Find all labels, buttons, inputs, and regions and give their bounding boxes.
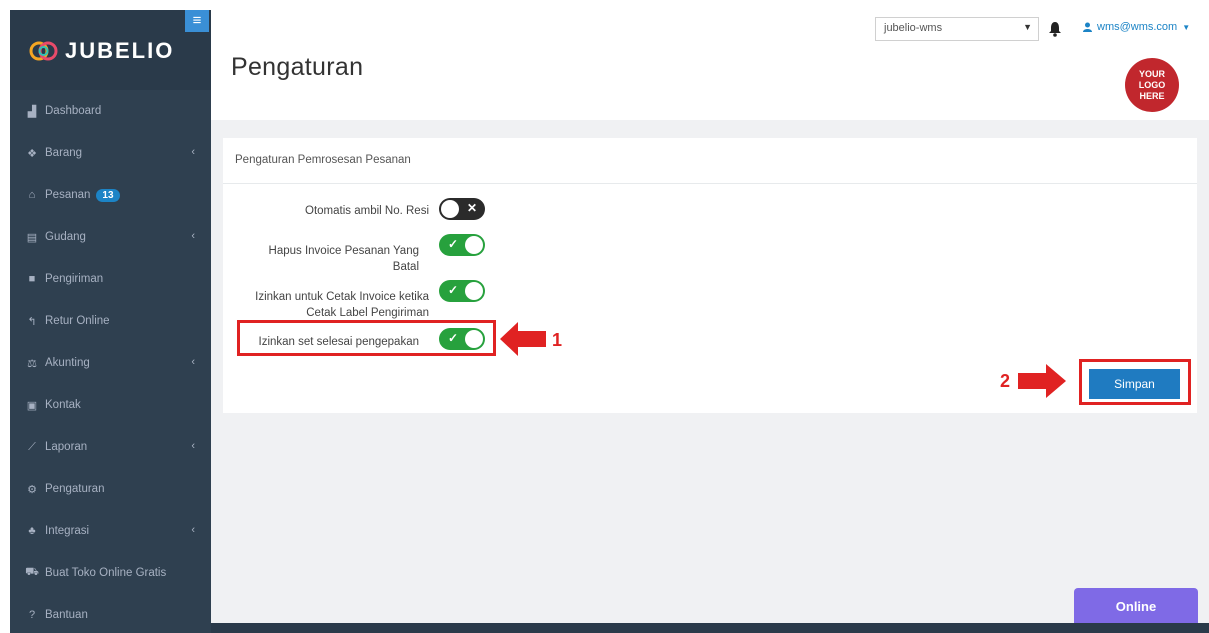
setting-label-hapus-invoice: Hapus Invoice Pesanan Yang Batal [268,245,419,273]
sidebar-item-pengiriman[interactable]: ■ Pengiriman [10,258,211,300]
truck-icon: ■ [28,273,36,285]
warehouse-select-value: jubelio-wms [884,22,943,34]
user-email: wms@wms.com [1097,21,1178,33]
sidebar-item-label: Pengiriman [45,273,104,285]
toggle-hapus-invoice[interactable]: ✓ [439,234,485,256]
annotation-number-2: 2 [1000,371,1011,391]
sidebar-item-laporan[interactable]: ⟋ Laporan ‹ [10,426,211,468]
jubelio-logo-icon [29,41,58,61]
cogs-icon: ⚙ [27,483,37,496]
sidebar-item-label: Bantuan [45,609,88,621]
save-button[interactable]: Simpan [1089,369,1180,399]
sidebar-item-label: Retur Online [45,315,110,327]
sidebar-item-pengaturan[interactable]: ⚙ Pengaturan [10,468,211,510]
logo-badge-text-3: HERE [1139,90,1165,101]
toggle-auto-resi[interactable]: ✕ [439,198,485,220]
menu-toggle-button[interactable]: ≡ [185,10,209,32]
sidebar-item-pesanan[interactable]: ⌂ Pesanan 13 [10,174,211,216]
sidebar-item-gudang[interactable]: ▤ Gudang ‹ [10,216,211,258]
top-header: Pengaturan jubelio-wms ▼ wms@wms.com ▼ Y… [211,10,1209,120]
bell-icon[interactable] [1048,21,1062,37]
balance-scale-icon: ⚖ [27,357,37,370]
sitemap-icon: ♣ [28,525,36,537]
arrow-left-icon [500,322,546,356]
check-icon: ✓ [448,283,459,297]
panel-header: Pengaturan Pemrosesan Pesanan [223,138,1197,184]
brand-logo[interactable]: JUBELIO [29,38,174,64]
count-badge: 13 [96,188,120,202]
company-logo-placeholder: YOUR LOGO HERE [1125,58,1179,112]
chevron-left-icon: ‹ [191,146,195,158]
sidebar-item-label: Dashboard [45,105,102,117]
building-icon: ▤ [26,231,38,244]
sidebar-item-bantuan[interactable]: ? Bantuan [10,594,211,633]
x-icon: ✕ [466,201,477,215]
sidebar-item-label: Akunting [45,357,90,369]
caret-down-icon: ▼ [1182,22,1191,32]
chevron-left-icon: ‹ [191,440,195,452]
online-chat-button[interactable]: Online [1074,588,1198,626]
brand-name: JUBELIO [65,38,175,63]
toggle-knob [441,200,459,218]
cubes-icon: ❖ [27,147,37,160]
basket-icon: ⌂ [28,189,36,201]
sidebar-item-label: Barang [45,147,83,159]
reply-icon: ↰ [27,315,37,328]
address-card-icon: ▣ [26,399,38,412]
user-icon [1083,22,1092,32]
sidebar-item-label: Kontak [45,399,81,411]
sidebar-item-integrasi[interactable]: ♣ Integrasi ‹ [10,510,211,552]
arrow-right-icon [1018,364,1066,398]
sidebar-item-barang[interactable]: ❖ Barang ‹ [10,132,211,174]
bottom-bar [211,623,1209,633]
warehouse-select[interactable]: jubelio-wms ▼ [875,17,1039,41]
chevron-left-icon: ‹ [191,230,195,242]
toggle-cetak-invoice[interactable]: ✓ [439,280,485,302]
panel-title: Pengaturan Pemrosesan Pesanan [235,154,411,166]
brand-area: JUBELIO ≡ [10,10,211,90]
sidebar-item-label: Pengaturan [45,483,105,495]
highlight-box-step-1 [237,320,496,356]
question-circle-icon: ? [28,609,36,621]
sidebar-item-label: Buat Toko Online Gratis [45,567,167,579]
sidebar-item-label: Integrasi [45,525,90,537]
chevron-left-icon: ‹ [191,356,195,368]
toggle-knob [465,236,483,254]
setting-label-cetak-invoice: Izinkan untuk Cetak Invoice ketika Cetak… [255,291,429,319]
sidebar-item-akunting[interactable]: ⚖ Akunting ‹ [10,342,211,384]
line-chart-icon: ⟋ [28,440,36,453]
sidebar-item-label: Pesanan [45,189,91,201]
chart-area-icon: ▟ [27,105,37,118]
logo-badge-text-2: LOGO [1138,79,1166,90]
page-title: Pengaturan [231,53,364,81]
caret-down-icon: ▼ [1023,22,1032,32]
sidebar-item-label: Laporan [45,441,88,453]
setting-label-auto-resi: Otomatis ambil No. Resi [305,205,429,217]
sidebar-item-buat-toko-online-gratis[interactable]: ⛟ Buat Toko Online Gratis [10,552,211,594]
sidebar-item-kontak[interactable]: ▣ Kontak [10,384,211,426]
chevron-left-icon: ‹ [191,524,195,536]
sidebar-item-retur-online[interactable]: ↰ Retur Online [10,300,211,342]
shopping-cart-icon: ⛟ [25,566,39,578]
sidebar-item-dashboard[interactable]: ▟ Dashboard [10,90,211,132]
toggle-knob [465,282,483,300]
check-icon: ✓ [448,237,459,251]
logo-badge-text-1: YOUR [1138,68,1165,79]
sidebar: JUBELIO ≡ ▟ Dashboard ❖ Barang ‹ ⌂ Pesanan 13 ▤ G… [10,10,211,633]
annotation-number-1: 1 [552,330,563,350]
user-menu[interactable]: wms@wms.com ▼ [1083,21,1190,33]
sidebar-item-label: Gudang [45,231,86,243]
